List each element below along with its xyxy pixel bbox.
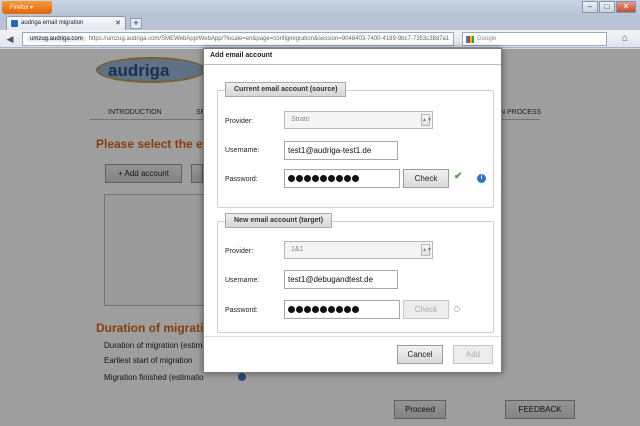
password-dot	[288, 175, 295, 182]
password-dot	[304, 306, 311, 313]
source-section: Current email account (source) Provider:…	[217, 82, 494, 208]
browser-tab[interactable]: audriga email migration ✕	[6, 16, 126, 30]
tab-bar: audriga email migration ✕ +	[0, 16, 640, 30]
back-icon[interactable]: ◀	[4, 33, 16, 45]
password-dot	[336, 175, 343, 182]
source-provider-select[interactable]: Strato ▲▼	[284, 111, 433, 129]
source-provider-label: Provider:	[225, 118, 254, 125]
source-legend: Current email account (source)	[225, 82, 347, 97]
password-dot	[344, 306, 351, 313]
password-dot	[352, 175, 359, 182]
source-username-label: Username:	[225, 147, 260, 154]
target-provider-select[interactable]: 1&1 ▲▼	[284, 241, 433, 259]
target-provider-value: 1&1	[291, 246, 304, 253]
target-check-button[interactable]: Check	[403, 300, 449, 319]
minimize-button[interactable]: –	[582, 1, 598, 13]
target-provider-label: Provider:	[225, 248, 254, 255]
source-check-button[interactable]: Check	[403, 169, 449, 188]
close-window-button[interactable]: ✕	[616, 1, 636, 13]
tab-title: audriga email migration	[21, 20, 84, 26]
info-icon[interactable]: i	[477, 174, 486, 183]
search-placeholder: Google	[477, 36, 497, 42]
browser-titlebar: Firefox ▾ – □ ✕	[0, 0, 640, 16]
chevron-down-icon: ▲▼	[421, 244, 432, 256]
source-password-label: Password:	[225, 176, 258, 183]
target-password-input[interactable]	[284, 300, 400, 319]
password-dot	[320, 306, 327, 313]
google-icon	[466, 36, 474, 43]
new-tab-button[interactable]: +	[130, 18, 142, 29]
password-dot	[336, 306, 343, 313]
password-dot	[312, 306, 319, 313]
password-dot	[328, 175, 335, 182]
password-dot	[320, 175, 327, 182]
password-dot	[344, 175, 351, 182]
maximize-button[interactable]: □	[599, 1, 615, 13]
cancel-button[interactable]: Cancel	[397, 345, 443, 364]
password-dot	[296, 306, 303, 313]
dialog-title: Add email account	[210, 52, 273, 59]
password-dot	[312, 175, 319, 182]
source-username-input[interactable]: test1@audriga-test1.de	[284, 141, 398, 160]
favicon-icon	[11, 20, 18, 27]
check-mark-icon: ✔	[454, 171, 463, 182]
add-button[interactable]: Add	[453, 345, 493, 364]
target-password-label: Password:	[225, 307, 258, 314]
target-username-input[interactable]: test1@debugandtest.de	[284, 270, 398, 289]
source-provider-value: Strato	[291, 116, 310, 123]
password-dot	[352, 306, 359, 313]
firefox-menu-button[interactable]: Firefox ▾	[2, 1, 52, 14]
url-domain: umzug.audriga.com	[27, 36, 86, 42]
password-dot	[296, 175, 303, 182]
search-bar[interactable]: Google	[462, 32, 607, 46]
target-legend: New email account (target)	[225, 213, 333, 228]
chevron-down-icon: ▲▼	[421, 114, 432, 126]
address-bar[interactable]: umzug.audriga.com https://umzug.audriga.c…	[22, 32, 454, 46]
add-email-account-dialog: Add email account Current email account …	[203, 48, 502, 373]
close-tab-icon[interactable]: ✕	[115, 19, 121, 27]
password-dot	[328, 306, 335, 313]
firefox-menu-label: Firefox	[10, 5, 29, 11]
password-dot	[304, 175, 311, 182]
target-section: New email account (target) Provider: 1&1…	[217, 213, 494, 333]
navigation-toolbar: ◀ umzug.audriga.com https://umzug.audriga…	[0, 30, 640, 48]
source-password-input[interactable]	[284, 169, 400, 188]
home-icon[interactable]: ⌂	[618, 33, 632, 45]
title-divider	[204, 64, 501, 65]
password-dot	[288, 306, 295, 313]
url-text: https://umzug.audriga.com/SMEWebApp/WebA…	[88, 36, 450, 42]
loading-icon	[454, 306, 460, 312]
target-username-label: Username:	[225, 277, 260, 284]
footer-divider	[204, 336, 501, 337]
